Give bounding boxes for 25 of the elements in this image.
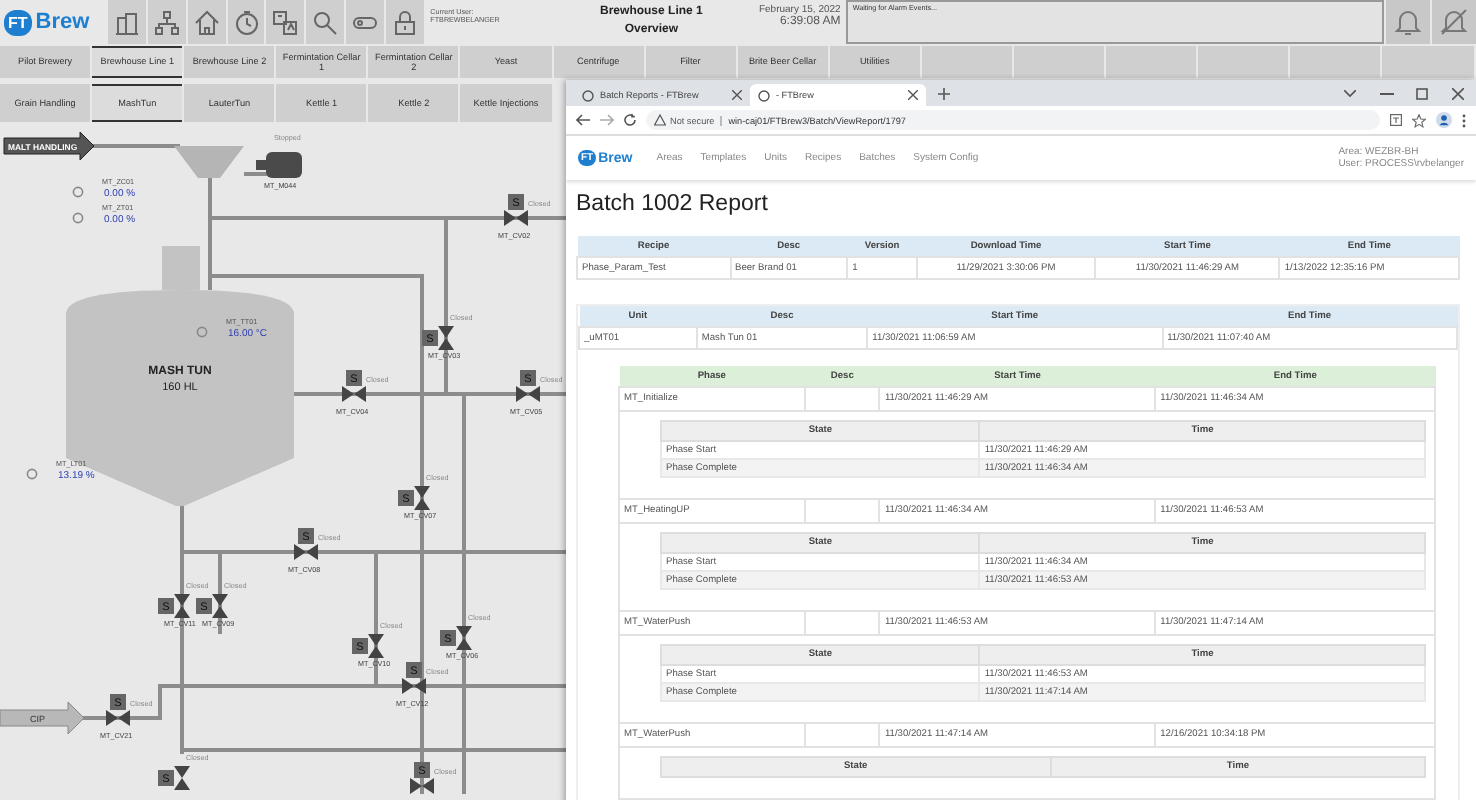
hopper-drawing [174,146,244,178]
home-icon[interactable] [187,0,226,44]
bell-icon[interactable] [1386,0,1431,44]
building-icon[interactable] [107,0,146,44]
faceplate-icon[interactable] [72,186,84,198]
search-icon[interactable] [306,0,345,44]
lock-icon[interactable] [386,0,425,44]
translate-icon[interactable] [266,0,305,44]
translate-icon[interactable] [1390,114,1402,126]
reload-icon[interactable] [624,114,636,126]
muted-bell-icon[interactable] [1432,0,1476,44]
back-icon[interactable] [576,114,590,126]
report-title: Batch 1002 Report [576,192,770,216]
hierarchy-icon[interactable] [147,0,186,44]
faceplate-icon[interactable] [26,468,38,480]
warning-icon [654,114,666,126]
close-icon[interactable] [908,90,918,100]
faceplate-icon[interactable] [72,212,84,224]
motor-icon [256,152,302,178]
logo-text: Brew [35,10,90,34]
close-icon[interactable] [732,90,742,100]
profile-icon[interactable] [1436,112,1452,128]
timer-icon[interactable] [227,0,265,44]
star-icon[interactable] [1412,113,1426,127]
logo-mark: FT [4,9,32,35]
